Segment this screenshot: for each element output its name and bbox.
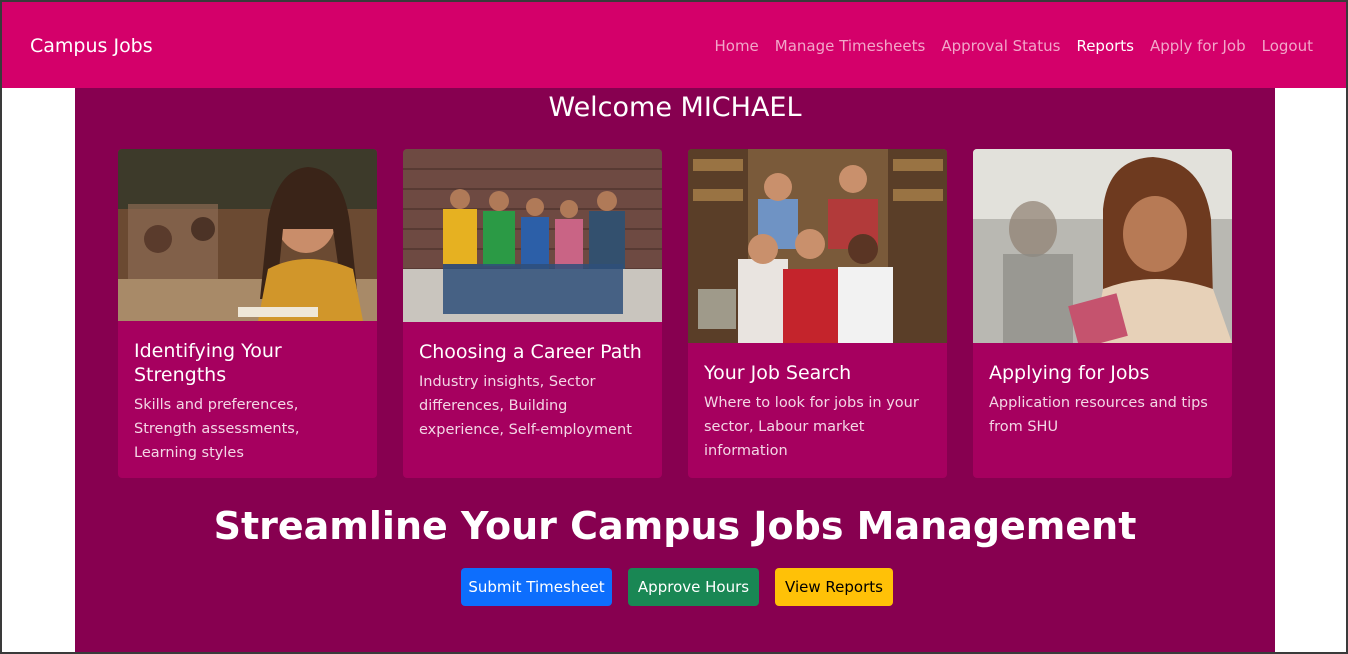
nav-link-manage-timesheets[interactable]: Manage Timesheets xyxy=(775,37,926,55)
card-title: Your Job Search xyxy=(704,362,852,384)
card-title: Identifying Your Strengths xyxy=(134,340,282,386)
card-applying-for-jobs[interactable]: Applying for Jobs Application resources … xyxy=(973,149,1232,478)
brand-link[interactable]: Campus Jobs xyxy=(30,35,153,57)
card-body: Identifying Your Strengths Skills and pr… xyxy=(134,339,363,465)
nav-link-apply-for-job[interactable]: Apply for Job xyxy=(1150,37,1246,55)
nav-link-logout[interactable]: Logout xyxy=(1262,37,1313,55)
submit-timesheet-button[interactable]: Submit Timesheet xyxy=(461,568,612,606)
card-text: Skills and preferences, Strength assessm… xyxy=(134,397,300,461)
card-image-students-brick-wall xyxy=(403,149,662,322)
card-image-students-library xyxy=(688,149,947,343)
card-text: Where to look for jobs in your sector, L… xyxy=(704,395,919,459)
card-body: Applying for Jobs Application resources … xyxy=(989,361,1218,439)
card-image-student-in-classroom xyxy=(118,149,377,321)
card-text: Application resources and tips from SHU xyxy=(989,395,1208,435)
nav-link-approval-status[interactable]: Approval Status xyxy=(941,37,1060,55)
approve-hours-button[interactable]: Approve Hours xyxy=(628,568,759,606)
navbar: Campus Jobs Home Manage Timesheets Appro… xyxy=(2,2,1346,88)
main-headline: Streamline Your Campus Jobs Management xyxy=(213,504,1137,548)
card-body: Your Job Search Where to look for jobs i… xyxy=(704,361,933,463)
card-title: Choosing a Career Path xyxy=(419,341,642,363)
view-reports-button[interactable]: View Reports xyxy=(775,568,893,606)
card-body: Choosing a Career Path Industry insights… xyxy=(419,340,648,442)
card-image-student-with-books xyxy=(973,149,1232,343)
card-title: Applying for Jobs xyxy=(989,362,1150,384)
nav-links: Home Manage Timesheets Approval Status R… xyxy=(714,37,1313,55)
card-job-search[interactable]: Your Job Search Where to look for jobs i… xyxy=(688,149,947,478)
welcome-heading: Welcome MICHAEL xyxy=(548,92,802,123)
main-content: Welcome MICHAEL Identifying Your Strengt… xyxy=(75,88,1275,652)
browser-viewport: Campus Jobs Home Manage Timesheets Appro… xyxy=(2,2,1346,652)
nav-link-reports[interactable]: Reports xyxy=(1076,37,1134,55)
card-text: Industry insights, Sector differences, B… xyxy=(419,374,632,438)
nav-link-home[interactable]: Home xyxy=(714,37,758,55)
card-career-path[interactable]: Choosing a Career Path Industry insights… xyxy=(403,149,662,478)
card-identifying-strengths[interactable]: Identifying Your Strengths Skills and pr… xyxy=(118,149,377,478)
